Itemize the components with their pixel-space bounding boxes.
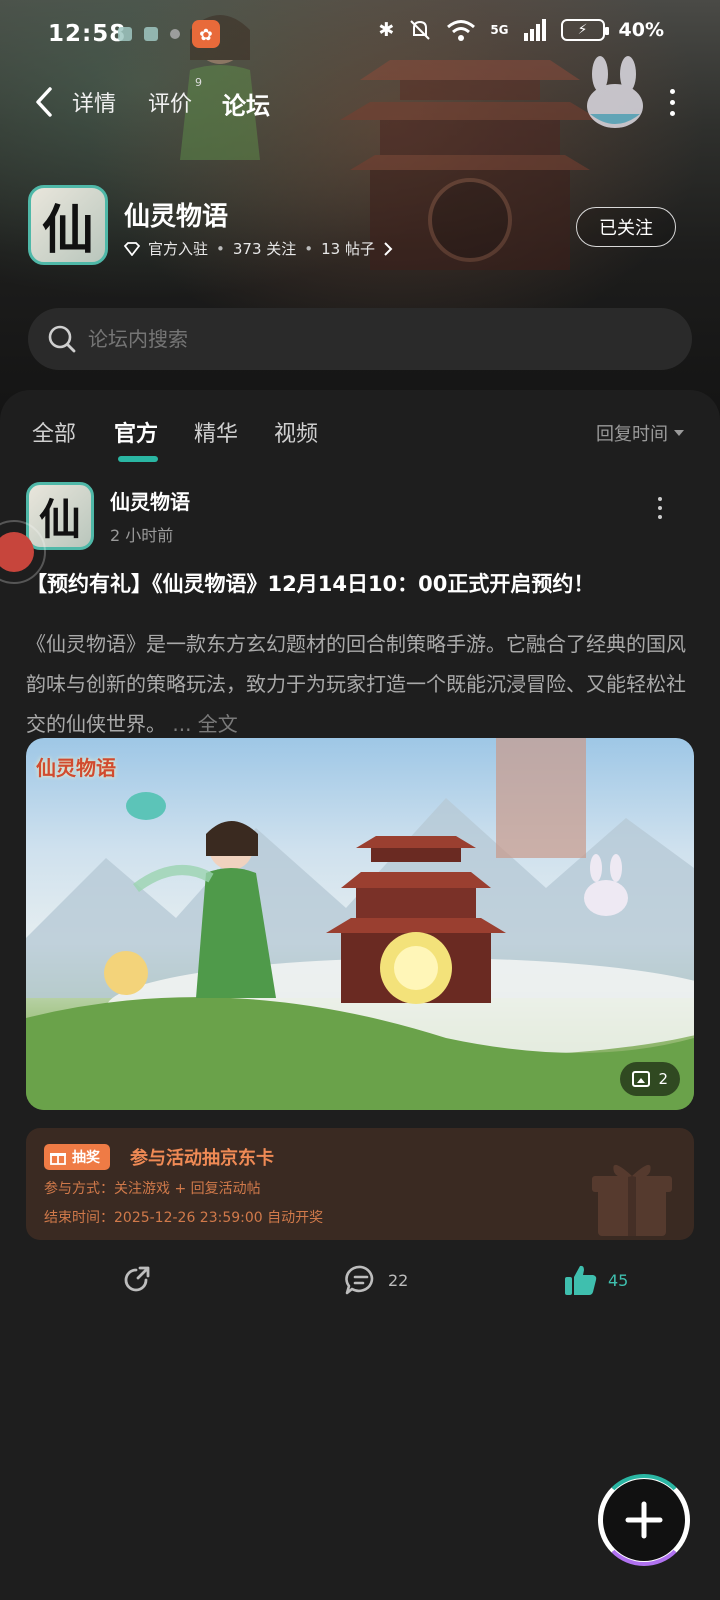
top-navigation: 详情 评价 9 论坛 [0, 76, 720, 126]
separator: • [304, 239, 314, 258]
like-button[interactable]: 45 [564, 1264, 628, 1296]
follow-button[interactable]: 已关注 [576, 207, 676, 247]
image-count: 2 [658, 1070, 668, 1088]
diamond-icon [124, 241, 140, 256]
lottery-badge-label: 抽奖 [72, 1150, 100, 1166]
game-name: 仙灵物语 [124, 202, 229, 232]
tab-reviews[interactable]: 评价 9 [148, 76, 202, 118]
signal-icon [523, 19, 546, 41]
lottery-badge: 抽奖 [44, 1144, 110, 1170]
fab-ring [598, 1474, 690, 1566]
system-icons: ✱ 5G ⚡ 40% [378, 18, 664, 42]
battery-percent: 40% [618, 19, 664, 41]
app-notification-icon: ✿ [192, 20, 220, 48]
review-count-badge: 9 [195, 76, 203, 89]
filter-tab-featured[interactable]: 精华 [194, 416, 238, 448]
network-type: 5G [490, 23, 509, 37]
game-icon-logo: 仙 [41, 199, 94, 261]
tab-forum-label: 论坛 [222, 92, 270, 120]
battery-icon: ⚡ [560, 19, 609, 41]
full-text-link[interactable]: ... 全文 [172, 712, 237, 736]
forum-panel: 全部 官方 精华 视频 回复时间 仙 仙灵物语 2 小时前 【预约有礼】《仙灵物… [0, 390, 720, 1600]
game-logo-text: 仙灵物语 [36, 756, 116, 780]
wifi-icon [447, 20, 476, 41]
post-title[interactable]: 【预约有礼】《仙灵物语》12月14日10：00正式开启预约！ [26, 568, 696, 598]
status-bar: 12:58 ✿ ✱ 5G ⚡ 40% [0, 14, 720, 54]
mute-icon [410, 20, 431, 40]
temple-illustration [340, 60, 600, 270]
image-count-badge: 2 [620, 1062, 680, 1096]
bluetooth-icon: ✱ [378, 19, 395, 41]
back-button[interactable] [26, 82, 62, 122]
post-time: 2 小时前 [110, 526, 174, 545]
create-post-button[interactable] [598, 1474, 690, 1566]
lottery-title: 参与活动抽京东卡 [130, 1148, 274, 1169]
search-icon [48, 325, 76, 353]
gift-icon [592, 1164, 672, 1236]
more-options-button[interactable] [662, 84, 682, 120]
comment-button[interactable]: 22 [344, 1264, 408, 1296]
image-icon [632, 1071, 651, 1087]
gift-icon [50, 1153, 66, 1165]
tab-reviews-label: 评价 [148, 92, 193, 117]
notification-icon [118, 27, 132, 41]
sort-label: 回复时间 [596, 424, 668, 445]
tab-details[interactable]: 详情 [72, 86, 116, 118]
official-badge: 官方入驻 [148, 240, 209, 258]
search-input[interactable] [88, 327, 608, 351]
lottery-end-time: 结束时间：2025-12-26 23:59:00 自动开奖 [44, 1210, 324, 1226]
post-actions: 22 45 [0, 1250, 720, 1310]
filter-tab-official[interactable]: 官方 [114, 416, 158, 448]
post-more-button[interactable] [654, 496, 666, 520]
like-count: 45 [608, 1270, 629, 1290]
filter-tab-video[interactable]: 视频 [274, 416, 318, 448]
notification-icon [170, 29, 180, 39]
caret-down-icon [674, 430, 684, 436]
share-icon [124, 1266, 150, 1292]
lottery-method: 参与方式：关注游戏 + 回复活动帖 [44, 1181, 261, 1197]
comment-count: 22 [388, 1270, 409, 1290]
notification-icon [144, 27, 158, 41]
share-button[interactable] [120, 1264, 152, 1296]
post-body[interactable]: 《仙灵物语》是一款东方玄幻题材的回合制策略手游。它融合了经典的国风韵味与创新的策… [26, 624, 698, 744]
notification-icons: ✿ [118, 20, 220, 48]
tab-forum[interactable]: 论坛 [222, 86, 270, 121]
post-illustration [26, 738, 694, 1110]
thumbs-up-icon [565, 1265, 597, 1295]
sort-dropdown[interactable]: 回复时间 [596, 420, 684, 446]
post-image[interactable]: 仙灵物语 2 [26, 738, 694, 1110]
separator: • [216, 239, 225, 258]
chevron-right-icon [384, 241, 393, 256]
post-body-text: 《仙灵物语》是一款东方玄幻题材的回合制策略手游。它融合了经典的国风韵味与创新的策… [26, 632, 686, 736]
avatar-logo: 仙 [38, 494, 81, 544]
post-count: 13 帖子 [321, 240, 375, 258]
tab-details-label: 详情 [72, 92, 117, 117]
status-time: 12:58 [48, 21, 127, 47]
forum-search-bar[interactable] [28, 308, 692, 370]
post-author[interactable]: 仙灵物语 [110, 486, 190, 515]
filter-active-indicator [118, 456, 158, 462]
game-meta[interactable]: 官方入驻 • 373 关注 • 13 帖子 [124, 238, 393, 259]
filter-tabs: 全部 官方 精华 视频 回复时间 [0, 408, 720, 462]
chevron-left-icon [36, 87, 52, 117]
game-icon[interactable]: 仙 [28, 185, 108, 265]
comment-icon [345, 1265, 374, 1295]
follower-count: 373 关注 [232, 240, 297, 258]
lottery-card[interactable]: 抽奖 参与活动抽京东卡 参与方式：关注游戏 + 回复活动帖 结束时间：2025-… [26, 1128, 694, 1240]
floating-widget-icon [0, 532, 34, 572]
filter-tab-all[interactable]: 全部 [32, 416, 76, 448]
